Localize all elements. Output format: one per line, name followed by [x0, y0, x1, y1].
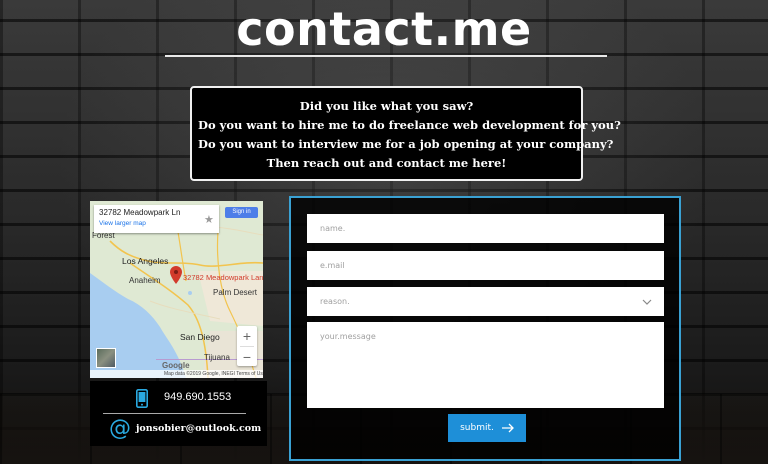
submit-button[interactable]: submit. [448, 414, 526, 442]
map-label-anaheim: Anaheim [129, 276, 161, 285]
sign-in-label: Sign in [232, 209, 251, 215]
contact-form: reason. submit. [289, 196, 681, 461]
title-divider [165, 55, 607, 57]
phone-number[interactable]: 949.690.1553 [164, 391, 231, 403]
contact-divider [103, 413, 246, 414]
map-sign-in-button[interactable]: Sign in [225, 207, 258, 218]
chevron-down-icon [642, 299, 652, 305]
intro-line: Did you like what you saw? [299, 99, 474, 113]
map-label-tijuana: Tijuana [204, 353, 230, 362]
reason-select-value: reason. [320, 297, 350, 306]
map-address: 32782 Meadowpark Ln [99, 208, 181, 217]
message-textarea[interactable] [307, 322, 664, 408]
intro-line: Then reach out and contact me here! [266, 156, 507, 170]
intro-box: Did you like what you saw? Do you want t… [190, 86, 621, 181]
name-input[interactable] [307, 214, 664, 243]
submit-label: submit. [460, 423, 494, 433]
email-address[interactable]: jonsobier@outlook.com [136, 423, 261, 434]
satellite-toggle[interactable] [96, 348, 116, 368]
view-larger-map-link[interactable]: View larger map [99, 220, 214, 227]
map-attribution[interactable]: Map data ©2019 Google, INEGI Terms of Us… [90, 370, 263, 378]
intro-line: Do you want to interview me for a job op… [198, 137, 614, 151]
google-logo: Google [162, 361, 190, 370]
map-pin-icon[interactable] [170, 266, 182, 284]
phone-icon [136, 389, 148, 408]
arrow-right-icon [501, 423, 514, 433]
at-sign-icon: @ [109, 416, 131, 441]
map-label-pin: 32782 Meadowpark Lane [183, 273, 263, 282]
zoom-in-button[interactable]: + [237, 326, 257, 346]
email-input[interactable] [307, 251, 664, 280]
map-label-san-diego: San Diego [180, 332, 220, 342]
contact-info-card: 949.690.1553 @ jonsobier@outlook.com [90, 381, 267, 446]
star-icon[interactable]: ★ [204, 213, 214, 226]
map-label-palm-desert: Palm Desert [213, 288, 258, 297]
reason-select[interactable]: reason. [307, 287, 664, 316]
embedded-map[interactable]: Forest Los Angeles Anaheim 32782 Meadowp… [90, 201, 263, 378]
zoom-out-button[interactable]: − [237, 347, 257, 367]
page-title: contact.me [236, 2, 532, 56]
map-zoom-control: + − [237, 326, 257, 366]
map-label-los-angeles: Los Angeles [122, 256, 169, 266]
map-info-card: 32782 Meadowpark Ln View larger map ★ [94, 205, 219, 233]
intro-line: Do you want to hire me to do freelance w… [198, 118, 621, 132]
